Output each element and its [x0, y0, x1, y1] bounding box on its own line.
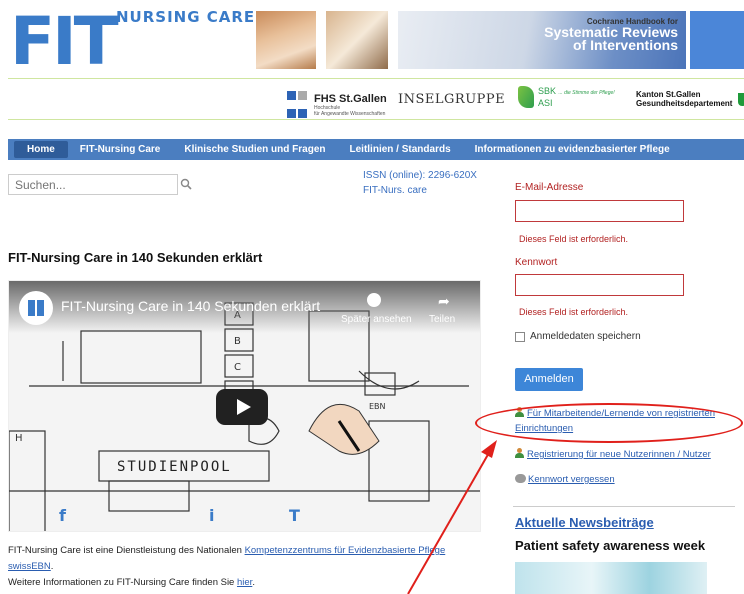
- asi-name: ASI: [538, 98, 553, 108]
- nav-klinische-studien[interactable]: Klinische Studien und Fragen: [172, 139, 337, 160]
- fhs-logo-icon: [287, 87, 309, 123]
- nav-fit-nursing-care[interactable]: FIT-Nursing Care: [68, 139, 173, 160]
- kanton-line-1: Kanton St.Gallen: [636, 90, 701, 99]
- news-image[interactable]: [515, 562, 707, 594]
- password-error: Dieses Feld ist erforderlich.: [519, 307, 629, 317]
- header-photo-nurse: [256, 11, 316, 69]
- footer-text-1: FIT-Nursing Care ist eine Dienstleistung…: [8, 545, 245, 556]
- nav-informationen[interactable]: Informationen zu evidenzbasierter Pflege: [463, 139, 682, 160]
- svg-text:H: H: [15, 433, 23, 444]
- issn-info: ISSN (online): 2296-620X FIT-Nurs. care: [363, 168, 477, 198]
- sbk-name: SBK: [538, 86, 557, 96]
- register-link[interactable]: Registrierung für neue Nutzerinnen / Nut…: [515, 447, 711, 462]
- sbk-leaf-icon: [518, 86, 534, 108]
- header-blue-block: [690, 11, 744, 69]
- email-label: E-Mail-Adresse: [515, 182, 584, 193]
- main-nav: Home FIT-Nursing Care Klinische Studien …: [8, 139, 744, 160]
- search-input[interactable]: [8, 174, 178, 195]
- share-icon[interactable]: ➦: [438, 293, 454, 309]
- forgot-password-link[interactable]: Kennwort vergessen: [515, 472, 615, 487]
- remember-label[interactable]: Anmeldedaten speichern: [530, 331, 641, 342]
- svg-text:T: T: [289, 506, 300, 525]
- question-icon: [515, 474, 526, 483]
- sponsor-sbk[interactable]: SBK ... die Stimme der Pflege! ASI: [518, 86, 615, 108]
- fhs-sub2: für Angewandte Wissenschaften: [314, 110, 386, 117]
- remember-checkbox[interactable]: [515, 331, 525, 342]
- kanton-line-2: Gesundheitsdepartement: [636, 99, 733, 108]
- svg-text:EBN: EBN: [369, 402, 386, 411]
- email-error: Dieses Feld ist erforderlich.: [519, 234, 629, 244]
- nav-home[interactable]: Home: [14, 141, 68, 158]
- sponsor-divider: [8, 119, 744, 120]
- header-divider: [8, 78, 744, 79]
- password-field[interactable]: [515, 274, 684, 296]
- watch-later-label[interactable]: Später ansehen: [341, 314, 412, 325]
- password-label: Kennwort: [515, 257, 558, 268]
- news-title[interactable]: Patient safety awareness week: [515, 538, 705, 553]
- banner-line-3: of Interventions: [572, 37, 678, 53]
- search-icon[interactable]: [180, 178, 192, 190]
- user-add-icon: [515, 448, 525, 458]
- fhs-name: FHS St.Gallen: [314, 92, 387, 105]
- remember-checkbox-row[interactable]: Anmeldedaten speichern: [515, 331, 641, 342]
- sbk-tagline: ... die Stimme der Pflege!: [558, 90, 615, 96]
- channel-logo-icon[interactable]: [19, 291, 53, 325]
- login-button[interactable]: Anmelden: [515, 368, 583, 391]
- share-label[interactable]: Teilen: [429, 314, 455, 325]
- nursing-care-logo-text: NURSING CARE.: [116, 8, 261, 26]
- header-photo-hands: [326, 11, 388, 69]
- kanton-shield-icon: [738, 92, 744, 106]
- news-divider: [513, 506, 735, 507]
- svg-text:i: i: [209, 506, 214, 525]
- header-banner-cochrane: Cochrane Handbook for Systematic Reviews…: [398, 11, 686, 69]
- sponsor-inselgruppe[interactable]: INSELGRUPPE: [398, 92, 505, 107]
- email-field[interactable]: [515, 200, 684, 222]
- news-heading[interactable]: Aktuelle Newsbeiträge: [515, 515, 654, 530]
- sponsor-fhs[interactable]: FHS St.Gallen Hochschule für Angewandte …: [287, 87, 387, 123]
- svg-text:C: C: [234, 362, 241, 373]
- highlight-ellipse: [475, 403, 743, 443]
- clock-icon[interactable]: [367, 293, 381, 307]
- footer-text-2: Weitere Informationen zu FIT-Nursing Car…: [8, 577, 237, 588]
- studienpool-board: STUDIENPOOL: [117, 459, 232, 475]
- video-caption[interactable]: FIT-Nursing Care in 140 Sekunden erklärt: [61, 298, 320, 314]
- sponsor-kanton[interactable]: Kanton St.Gallen Gesundheitsdepartement: [636, 90, 744, 108]
- play-button[interactable]: [216, 389, 268, 425]
- video-player[interactable]: A B C D H EBN f i T FIT-Nursing Care in …: [8, 280, 481, 532]
- issn-line: ISSN (online): 2296-620X: [363, 170, 477, 181]
- video-heading: FIT-Nursing Care in 140 Sekunden erklärt: [8, 250, 263, 265]
- fit-logo[interactable]: FIT: [10, 9, 119, 75]
- hier-link[interactable]: hier: [237, 577, 252, 588]
- footer-text: FIT-Nursing Care ist eine Dienstleistung…: [8, 545, 446, 588]
- svg-text:B: B: [234, 336, 241, 347]
- journal-abbrev: FIT-Nurs. care: [363, 185, 427, 196]
- svg-text:f: f: [59, 506, 67, 525]
- nav-leitlinien[interactable]: Leitlinien / Standards: [338, 139, 463, 160]
